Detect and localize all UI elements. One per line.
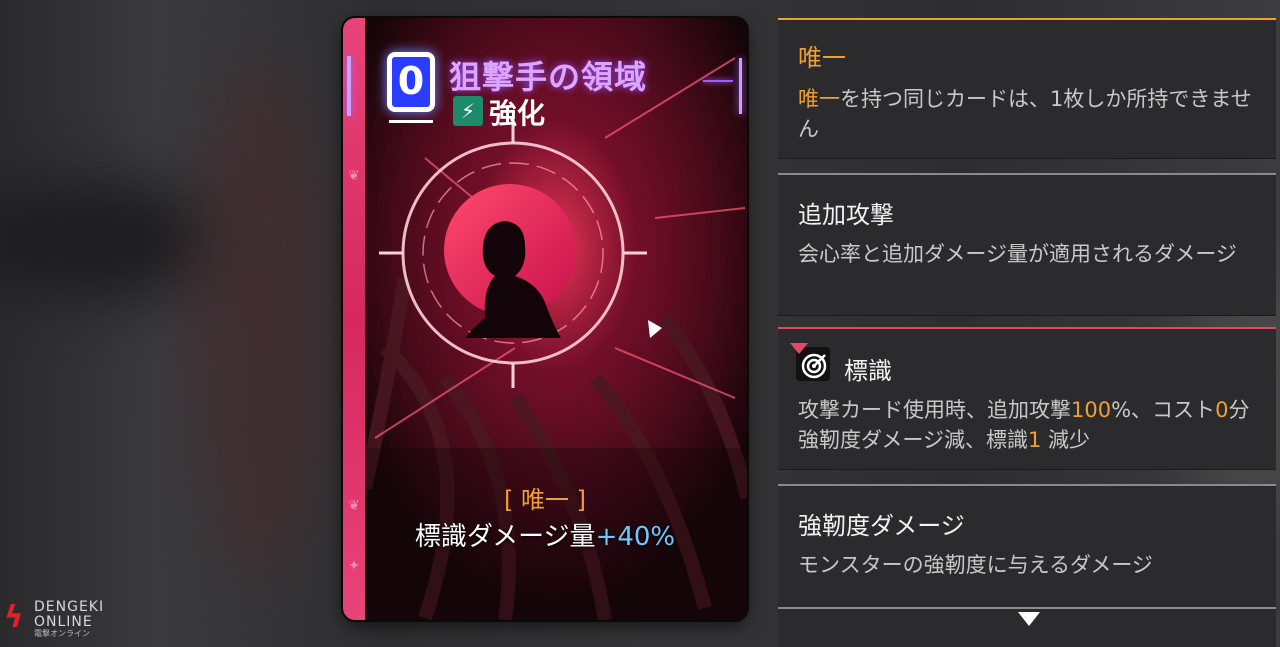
header-frame-right <box>739 58 742 114</box>
card-title: 狙撃手の領域 <box>449 58 648 96</box>
card-effect: 標識ダメージ量+40% <box>343 516 747 553</box>
panel-description: 唯一を持つ同じカードは、1枚しか所持できません <box>798 84 1260 144</box>
effect-label: 標識ダメージ量 <box>414 522 596 552</box>
stripe-ornament-icon: ✦ <box>348 558 360 574</box>
scroll-down-icon[interactable] <box>1018 612 1040 626</box>
header-frame-line <box>703 80 733 82</box>
effect-value: +40% <box>595 522 676 552</box>
keyword-panel-toughness-damage: 強靭度ダメージ モンスターの強靭度に与えるダメージ <box>778 484 1276 608</box>
background-blur <box>190 60 330 580</box>
description-text: 攻撃カード使用時、追加攻撃 <box>798 398 1071 422</box>
keyword-highlight: 唯一 <box>798 87 840 111</box>
value-highlight: 100 <box>1071 398 1112 422</box>
skill-card[interactable]: ❦ ❦ ✦ 0 狙撃手の領域 ⚡ 強化 [唯一] 標識ダメージ量+40% <box>343 18 747 620</box>
lightning-icon: ⚡ <box>453 96 483 126</box>
panel-title: 強靭度ダメージ <box>798 512 965 540</box>
panel-description: モンスターの強靭度に与えるダメージ <box>798 553 1153 577</box>
panel-title: 標識 <box>844 357 892 385</box>
keyword-panel-extra-attack: 追加攻撃 会心率と追加ダメージ量が適用されるダメージ <box>778 173 1276 315</box>
header-frame-left <box>347 56 351 116</box>
background-blur <box>0 180 220 300</box>
card-tag: [ 唯一 ] <box>504 486 586 514</box>
description-text: 減少 <box>1041 428 1091 452</box>
panel-description: 攻撃カード使用時、追加攻撃100%、コスト0分強靭度ダメージ減、標識1 減少 <box>798 395 1260 455</box>
panel-title: 追加攻撃 <box>798 201 894 229</box>
card-type: 強化 <box>489 97 546 130</box>
keyword-panel-unique: 唯一 唯一を持つ同じカードは、1枚しか所持できません <box>778 18 1276 158</box>
watermark-subtext: 電撃オンライン <box>34 629 90 638</box>
description-text: を持つ同じカードは、1枚しか所持できません <box>798 87 1252 141</box>
mark-flag-icon <box>790 343 808 354</box>
panel-title: 唯一 <box>798 44 846 72</box>
lightning-logo-icon: ϟ <box>4 600 24 635</box>
panel-description: 会心率と追加ダメージ量が適用されるダメージ <box>798 242 1237 266</box>
value-highlight: 0 <box>1215 398 1229 422</box>
value-highlight: 1 <box>1027 428 1042 452</box>
keyword-panel-mark: 標識 攻撃カード使用時、追加攻撃100%、コスト0分強靭度ダメージ減、標識1 減… <box>778 327 1276 469</box>
description-text: %、コスト <box>1111 398 1216 422</box>
card-cost: 0 <box>387 52 435 112</box>
stripe-ornament-icon: ❦ <box>348 168 360 184</box>
cost-underline <box>389 120 433 123</box>
watermark-text: DENGEKI ONLINE <box>34 599 105 630</box>
site-watermark: ϟ DENGEKI ONLINE 電撃オンライン <box>4 598 134 639</box>
